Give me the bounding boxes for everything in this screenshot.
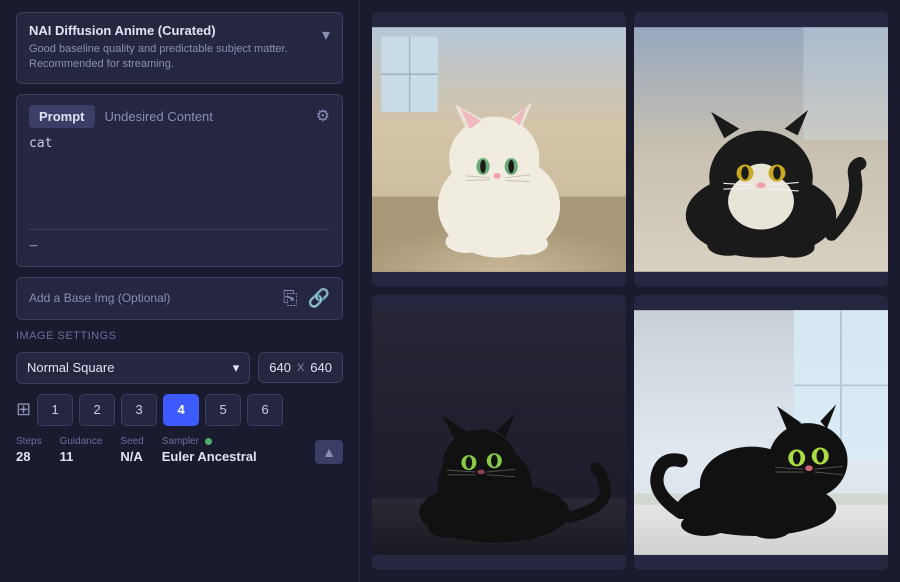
footer-stats: Steps 28 Guidance 11 Seed N/A Sampler Eu… — [16, 436, 343, 464]
base-img-actions: ⎘ 🔗 — [283, 288, 330, 309]
steps-grid-icon: ⊞ — [16, 399, 31, 420]
prompt-container: Prompt Undesired Content ⚙ cat − — [16, 94, 343, 267]
steps-value: 28 — [16, 449, 42, 464]
copy-icon[interactable]: ⎘ — [283, 288, 297, 309]
cat-image-1 — [372, 12, 626, 287]
size-dimensions: 640 X 640 — [258, 352, 343, 383]
image-grid — [360, 0, 900, 582]
settings-label: Image Settings — [16, 330, 343, 342]
sampler-value: Euler Ancestral — [162, 449, 257, 464]
seed-label: Seed — [120, 436, 143, 447]
step-btn-3[interactable]: 3 — [121, 394, 157, 426]
steps-label: Steps — [16, 436, 42, 447]
guidance-label: Guidance — [60, 436, 103, 447]
guidance-stat: Guidance 11 — [60, 436, 103, 464]
sampler-label: Sampler — [162, 436, 199, 447]
image-cell-1[interactable] — [372, 12, 626, 287]
tab-prompt[interactable]: Prompt — [29, 105, 95, 128]
model-description: Good baseline quality and predictable su… — [29, 42, 322, 73]
tab-undesired-content[interactable]: Undesired Content — [95, 105, 223, 128]
step-btn-5[interactable]: 5 — [205, 394, 241, 426]
left-panel: NAI Diffusion Anime (Curated) Good basel… — [0, 0, 360, 582]
size-chevron-icon: ▾ — [233, 360, 240, 376]
size-preset-dropdown[interactable]: Normal Square ▾ — [16, 352, 250, 384]
cat-image-3 — [372, 295, 626, 570]
cat-image-4 — [634, 295, 888, 570]
prompt-input[interactable]: cat — [29, 136, 330, 216]
chevron-down-icon: ▾ — [322, 25, 330, 45]
width-value: 640 — [269, 360, 291, 375]
image-cell-4[interactable] — [634, 295, 888, 570]
base-img-label: Add a Base Img (Optional) — [29, 291, 170, 305]
paperclip-icon[interactable]: 🔗 — [308, 288, 330, 309]
image-cell-2[interactable] — [634, 12, 888, 287]
minus-icon: − — [29, 238, 330, 256]
size-preset-label: Normal Square — [27, 360, 114, 375]
step-btn-4[interactable]: 4 — [163, 394, 199, 426]
sampler-active-dot — [205, 438, 212, 445]
gear-icon[interactable]: ⚙ — [316, 106, 330, 126]
sampler-stat: Sampler Euler Ancestral — [162, 436, 257, 464]
cat-image-2 — [634, 12, 888, 287]
guidance-value: 11 — [60, 449, 103, 464]
model-selector[interactable]: NAI Diffusion Anime (Curated) Good basel… — [16, 12, 343, 84]
prompt-divider — [29, 229, 330, 230]
seed-stat: Seed N/A — [120, 436, 143, 464]
size-separator: X — [297, 362, 304, 374]
sampler-row: Sampler — [162, 436, 257, 447]
steps-stat: Steps 28 — [16, 436, 42, 464]
model-name: NAI Diffusion Anime (Curated) — [29, 23, 322, 38]
step-btn-6[interactable]: 6 — [247, 394, 283, 426]
model-info: NAI Diffusion Anime (Curated) Good basel… — [29, 23, 322, 73]
step-btn-1[interactable]: 1 — [37, 394, 73, 426]
size-row: Normal Square ▾ 640 X 640 — [16, 352, 343, 384]
steps-row: ⊞ 1 2 3 4 5 6 — [16, 394, 343, 426]
seed-value: N/A — [120, 449, 143, 464]
step-btn-2[interactable]: 2 — [79, 394, 115, 426]
expand-button[interactable]: ▲ — [315, 440, 343, 464]
height-value: 640 — [310, 360, 332, 375]
image-settings-section: Image Settings — [16, 330, 343, 342]
prompt-tabs-list: Prompt Undesired Content — [29, 105, 223, 128]
image-cell-3[interactable] — [372, 295, 626, 570]
base-img-row: Add a Base Img (Optional) ⎘ 🔗 — [16, 277, 343, 320]
prompt-tabs: Prompt Undesired Content ⚙ — [29, 105, 330, 128]
